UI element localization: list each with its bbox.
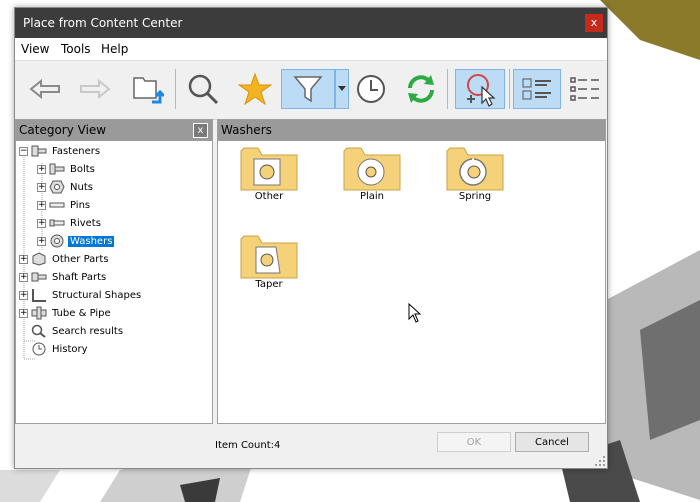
- resize-grip-icon[interactable]: [595, 456, 605, 466]
- menu-tools[interactable]: Tools: [61, 42, 91, 56]
- content-item-label: Spring: [458, 191, 492, 202]
- tree-view-icon[interactable]: [513, 69, 561, 109]
- washer-folder-icon: [240, 147, 298, 191]
- category-view-title: Category View: [19, 123, 107, 137]
- tree-label: Search results: [52, 325, 124, 337]
- tree-label: Structural Shapes: [52, 289, 142, 301]
- tree-label: History: [52, 343, 88, 355]
- search-results-icon: [31, 324, 47, 338]
- filter-dropdown-icon[interactable]: [335, 69, 349, 109]
- tree-label: Nuts: [70, 181, 93, 193]
- other-parts-icon: [31, 252, 47, 266]
- content-pane: Washers Other Plain Spring Taper: [217, 119, 606, 424]
- back-arrow-icon[interactable]: [25, 69, 65, 109]
- toolbar: [15, 61, 607, 120]
- shaft-parts-icon: [31, 270, 47, 284]
- pin-icon: [49, 198, 65, 212]
- close-button[interactable]: x: [585, 14, 603, 32]
- forward-arrow-icon[interactable]: [75, 69, 115, 109]
- tree-label: Shaft Parts: [52, 271, 107, 283]
- filter-icon[interactable]: [281, 69, 335, 109]
- category-view-header: Category View x: [16, 120, 212, 141]
- tree-node-other-parts[interactable]: + Other Parts: [19, 251, 111, 267]
- expand-toggle[interactable]: +: [19, 254, 28, 264]
- tube-pipe-icon: [31, 306, 47, 320]
- close-category-view-button[interactable]: x: [193, 123, 208, 138]
- content-item-other[interactable]: Other: [229, 145, 309, 202]
- history-icon: [31, 342, 47, 356]
- tree-node-fasteners[interactable]: − Fasteners: [19, 143, 102, 159]
- category-view-pane: Category View x − Fasteners + Bolts + Nu…: [15, 119, 213, 424]
- favorites-star-icon[interactable]: [235, 69, 275, 109]
- content-item-spring[interactable]: Spring: [435, 145, 515, 202]
- place-pointer-icon[interactable]: [455, 69, 505, 109]
- expand-toggle[interactable]: +: [19, 308, 28, 318]
- washer-folder-icon: [446, 147, 504, 191]
- collapse-toggle[interactable]: −: [19, 146, 28, 156]
- washer-folder-icon: [343, 147, 401, 191]
- tree-node-rivets[interactable]: + Rivets: [37, 215, 103, 231]
- mouse-pointer-icon: [408, 303, 422, 323]
- content-title: Washers: [221, 123, 272, 137]
- tree-node-search-results[interactable]: Search results: [31, 323, 125, 339]
- content-item-label: Taper: [255, 279, 283, 290]
- item-count: Item Count:4: [215, 440, 281, 451]
- cancel-button[interactable]: Cancel: [515, 432, 589, 452]
- dialog-footer: Item Count:4 OK Cancel: [15, 424, 607, 468]
- window-title: Place from Content Center: [23, 16, 183, 30]
- tree-label: Rivets: [70, 217, 101, 229]
- menu-bar: View Tools Help: [15, 38, 607, 61]
- content-item-label: Other: [254, 191, 284, 202]
- tree-node-shaft-parts[interactable]: + Shaft Parts: [19, 269, 108, 285]
- tree-label: Bolts: [70, 163, 95, 175]
- content-item-taper[interactable]: Taper: [229, 233, 309, 290]
- content-item-plain[interactable]: Plain: [332, 145, 412, 202]
- tree-node-washers[interactable]: + Washers: [37, 233, 115, 249]
- tree-node-pins[interactable]: + Pins: [37, 197, 92, 213]
- content-panes: Category View x − Fasteners + Bolts + Nu…: [15, 119, 607, 424]
- tree-node-tube-pipe[interactable]: + Tube & Pipe: [19, 305, 113, 321]
- expand-toggle[interactable]: +: [37, 164, 46, 174]
- tree-node-bolts[interactable]: + Bolts: [37, 161, 97, 177]
- content-item-label: Plain: [359, 191, 385, 202]
- tree-node-nuts[interactable]: + Nuts: [37, 179, 95, 195]
- structural-shapes-icon: [31, 288, 47, 302]
- title-bar: Place from Content Center x: [15, 8, 607, 38]
- content-header: Washers: [218, 120, 605, 141]
- menu-view[interactable]: View: [21, 42, 49, 56]
- menu-help[interactable]: Help: [101, 42, 128, 56]
- ok-button[interactable]: OK: [437, 432, 511, 452]
- fasteners-icon: [31, 144, 47, 158]
- expand-toggle[interactable]: +: [19, 272, 28, 282]
- expand-toggle[interactable]: +: [37, 182, 46, 192]
- place-from-content-center-dialog: Place from Content Center x View Tools H…: [14, 7, 608, 469]
- expand-toggle[interactable]: +: [37, 236, 46, 246]
- tree-label: Other Parts: [52, 253, 109, 265]
- washer-folder-icon: [240, 235, 298, 279]
- tree-label: Fasteners: [52, 145, 101, 157]
- search-icon[interactable]: [183, 69, 223, 109]
- tree-node-structural-shapes[interactable]: + Structural Shapes: [19, 287, 143, 303]
- tree-label: Pins: [70, 199, 91, 211]
- place-folder-icon[interactable]: [127, 69, 167, 109]
- bolt-icon: [49, 162, 65, 176]
- expand-toggle[interactable]: +: [37, 218, 46, 228]
- expand-toggle[interactable]: +: [19, 290, 28, 300]
- washer-icon: [49, 234, 65, 248]
- tree-label: Tube & Pipe: [52, 307, 111, 319]
- rivet-icon: [49, 216, 65, 230]
- refresh-icon[interactable]: [401, 69, 441, 109]
- expand-toggle[interactable]: +: [37, 200, 46, 210]
- tree-node-history[interactable]: History: [31, 341, 90, 357]
- nut-icon: [49, 180, 65, 194]
- history-clock-icon[interactable]: [351, 69, 391, 109]
- tree-label-selected: Washers: [68, 235, 115, 247]
- list-view-icon[interactable]: [565, 69, 605, 109]
